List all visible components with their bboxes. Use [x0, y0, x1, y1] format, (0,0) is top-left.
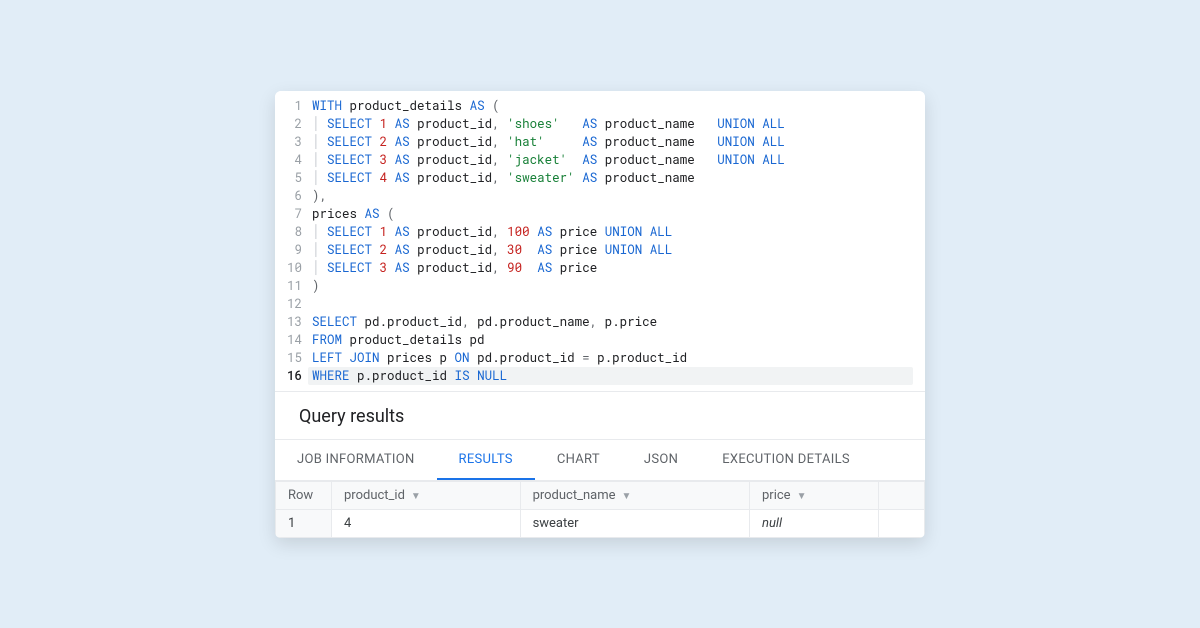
results-tabs: JOB INFORMATIONRESULTSCHARTJSONEXECUTION… — [275, 439, 925, 481]
query-results-heading: Query results — [275, 391, 925, 439]
table-row: 14sweaternull — [276, 509, 925, 537]
col-product_id[interactable]: product_id▼ — [332, 481, 521, 509]
line-gutter: 12345678910111213141516 — [275, 97, 312, 385]
results-table: Rowproduct_id▼product_name▼price▼ 14swea… — [275, 481, 925, 538]
sql-code-area[interactable]: WITH product_details AS (│ SELECT 1 AS p… — [312, 97, 925, 385]
col-product_name[interactable]: product_name▼ — [520, 481, 749, 509]
tab-chart[interactable]: CHART — [535, 440, 622, 480]
col-price[interactable]: price▼ — [749, 481, 878, 509]
tab-execution-details[interactable]: EXECUTION DETAILS — [700, 440, 872, 480]
tab-results[interactable]: RESULTS — [437, 440, 535, 480]
tab-job-information[interactable]: JOB INFORMATION — [275, 440, 437, 480]
col-row: Row — [276, 481, 332, 509]
tab-json[interactable]: JSON — [622, 440, 700, 480]
sql-editor[interactable]: 12345678910111213141516 WITH product_det… — [275, 91, 925, 391]
query-panel: 12345678910111213141516 WITH product_det… — [275, 91, 925, 538]
